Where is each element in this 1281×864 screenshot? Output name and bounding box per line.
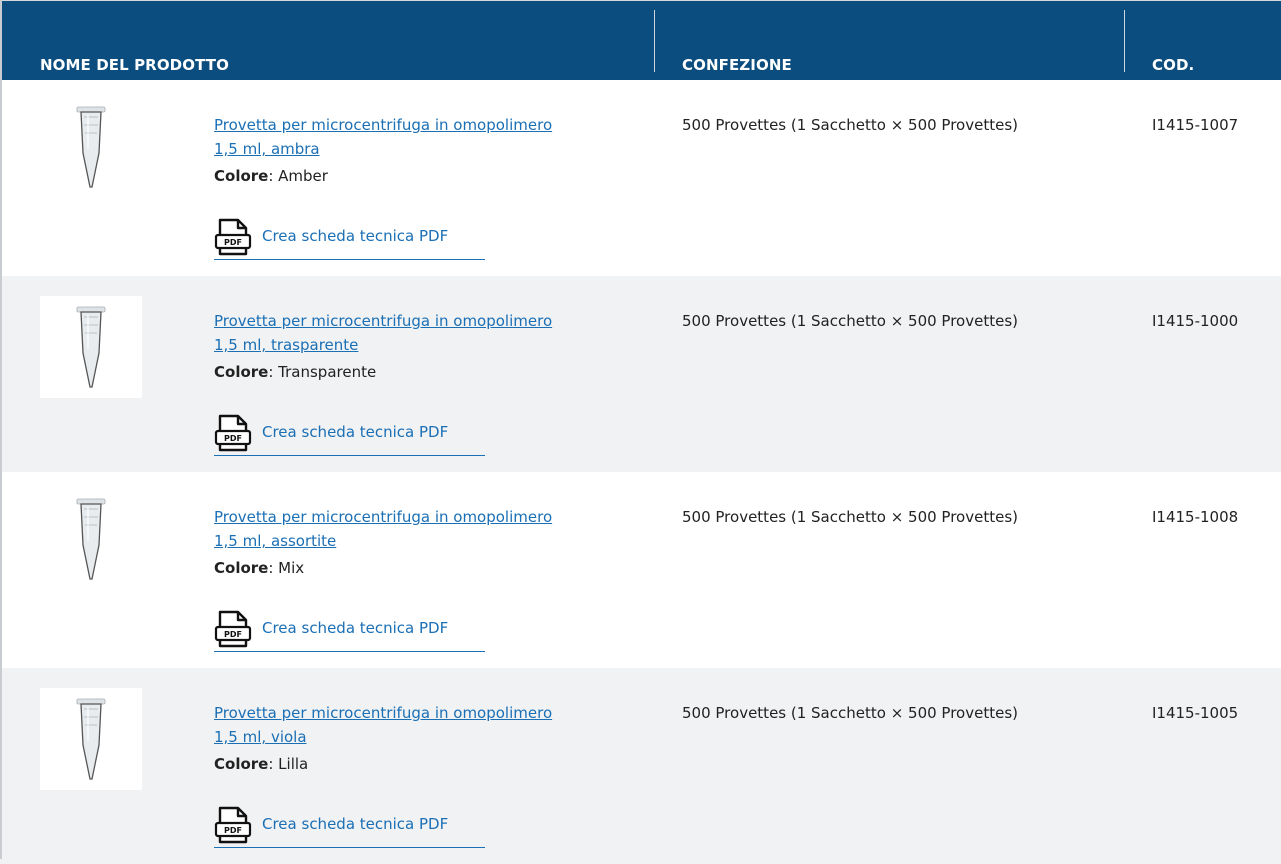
product-image[interactable] (40, 488, 142, 590)
package-info: 500 Provettes (1 Sacchetto × 500 Provett… (682, 508, 1018, 526)
product-code: I1415-1007 (1152, 116, 1239, 134)
header-separator (1124, 10, 1125, 72)
table-row: Provetta per microcentrifuga in omopolim… (0, 472, 1281, 668)
product-code: I1415-1005 (1152, 704, 1239, 722)
svg-text:PDF: PDF (224, 238, 242, 247)
product-image[interactable] (40, 688, 142, 790)
product-name-link[interactable]: Provetta per microcentrifuga in omopolim… (214, 113, 634, 161)
pdf-document-icon: PDF (214, 806, 252, 844)
product-code: I1415-1000 (1152, 312, 1239, 330)
microcentrifuge-tube-icon (76, 306, 106, 388)
table-row: Provetta per microcentrifuga in omopolim… (0, 276, 1281, 472)
product-color: Colore: Mix (214, 559, 305, 577)
product-color: Colore: Lilla (214, 755, 309, 773)
pdf-document-icon: PDF (214, 610, 252, 648)
svg-text:PDF: PDF (224, 434, 242, 443)
product-image[interactable] (40, 296, 142, 398)
microcentrifuge-tube-icon (76, 698, 106, 780)
product-table: NOME DEL PRODOTTO CONFEZIONE COD. Provet… (0, 0, 1281, 864)
create-pdf-datasheet-link[interactable]: PDF Crea scheda tecnica PDF (214, 215, 485, 260)
pdf-document-icon: PDF (214, 218, 252, 256)
create-pdf-datasheet-link[interactable]: PDF Crea scheda tecnica PDF (214, 607, 485, 652)
product-name-link[interactable]: Provetta per microcentrifuga in omopolim… (214, 701, 634, 749)
pdf-document-icon: PDF (214, 414, 252, 452)
product-color: Colore: Amber (214, 167, 328, 185)
product-name-link[interactable]: Provetta per microcentrifuga in omopolim… (214, 309, 634, 357)
header-package: CONFEZIONE (682, 56, 792, 74)
table-left-border (0, 0, 2, 859)
table-top-border (0, 0, 1281, 1)
product-color: Colore: Transparente (214, 363, 377, 381)
svg-text:PDF: PDF (224, 826, 242, 835)
table-row: Provetta per microcentrifuga in omopolim… (0, 80, 1281, 276)
package-info: 500 Provettes (1 Sacchetto × 500 Provett… (682, 704, 1018, 722)
product-name-link[interactable]: Provetta per microcentrifuga in omopolim… (214, 505, 634, 553)
microcentrifuge-tube-icon (76, 498, 106, 580)
product-image[interactable] (40, 96, 142, 198)
product-code: I1415-1008 (1152, 508, 1239, 526)
svg-text:PDF: PDF (224, 630, 242, 639)
package-info: 500 Provettes (1 Sacchetto × 500 Provett… (682, 312, 1018, 330)
create-pdf-datasheet-link[interactable]: PDF Crea scheda tecnica PDF (214, 803, 485, 848)
header-product-name: NOME DEL PRODOTTO (40, 56, 229, 74)
microcentrifuge-tube-icon (76, 106, 106, 188)
header-code: COD. (1152, 56, 1195, 74)
header-separator (654, 10, 655, 72)
create-pdf-datasheet-link[interactable]: PDF Crea scheda tecnica PDF (214, 411, 485, 456)
table-row: Provetta per microcentrifuga in omopolim… (0, 668, 1281, 864)
package-info: 500 Provettes (1 Sacchetto × 500 Provett… (682, 116, 1018, 134)
table-header: NOME DEL PRODOTTO CONFEZIONE COD. (0, 0, 1281, 80)
